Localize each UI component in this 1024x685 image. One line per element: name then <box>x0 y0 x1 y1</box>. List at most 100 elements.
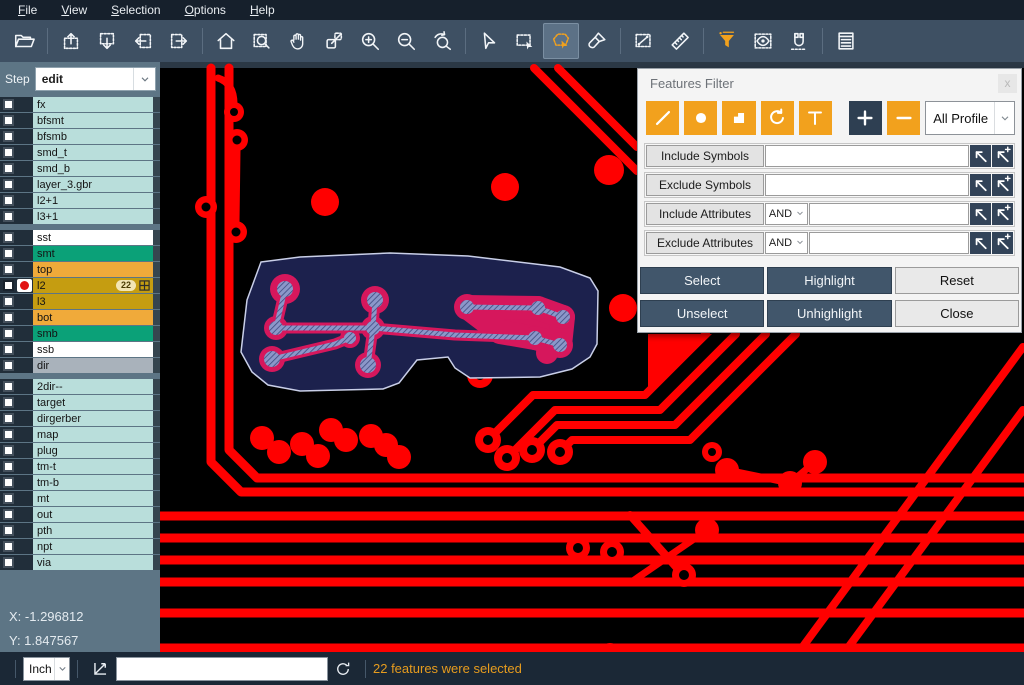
layer-color-bar[interactable]: layer_3.gbr <box>33 177 153 192</box>
select-pointer-icon[interactable] <box>471 23 507 59</box>
layer-row-smt[interactable]: smt <box>0 246 160 261</box>
layer-checkbox[interactable] <box>3 429 14 440</box>
select-polygon-icon[interactable] <box>543 23 579 59</box>
layer-row-fx[interactable]: fx <box>0 97 160 112</box>
units-dropdown[interactable]: Inch <box>23 657 70 681</box>
filter-lines-button[interactable] <box>646 101 679 135</box>
pick-icon[interactable] <box>970 203 991 225</box>
select-button[interactable]: Select <box>640 267 764 294</box>
layer-color-bar[interactable]: l3+1 <box>33 209 153 224</box>
layer-row-bot[interactable]: bot <box>0 310 160 325</box>
include-symbols-input[interactable] <box>765 145 969 167</box>
layer-color-bar[interactable]: smb <box>33 326 153 341</box>
layer-color-bar[interactable]: fx <box>33 97 153 112</box>
chevron-down-icon[interactable] <box>795 236 807 250</box>
pick-add-icon[interactable] <box>992 203 1013 225</box>
select-rectangle-icon[interactable] <box>507 23 543 59</box>
layer-checkbox[interactable] <box>3 541 14 552</box>
layer-checkbox[interactable] <box>3 557 14 568</box>
layer-checkbox[interactable] <box>3 115 14 126</box>
pick-add-icon[interactable] <box>992 174 1013 196</box>
layer-row-sst[interactable]: sst <box>0 230 160 245</box>
layer-color-bar[interactable]: l2+1 <box>33 193 153 208</box>
layer-color-bar[interactable]: smd_b <box>33 161 153 176</box>
filter-pads-button[interactable] <box>684 101 717 135</box>
exclude-symbols-button[interactable]: Exclude Symbols <box>646 174 764 196</box>
menu-item-file[interactable]: File <box>8 2 47 19</box>
grid-icon[interactable] <box>139 280 150 291</box>
pick-icon[interactable] <box>970 145 991 167</box>
layer-checkbox[interactable] <box>3 232 14 243</box>
layer-row-bfsmb[interactable]: bfsmb <box>0 129 160 144</box>
layer-row-pth[interactable]: pth <box>0 523 160 538</box>
layer-row-mt[interactable]: mt <box>0 491 160 506</box>
layer-checkbox[interactable] <box>3 445 14 456</box>
layer-row-smb[interactable]: smb <box>0 326 160 341</box>
layer-color-bar[interactable]: map <box>33 427 153 442</box>
layer-checkbox[interactable] <box>3 477 14 488</box>
layer-checkbox[interactable] <box>3 264 14 275</box>
zoom-home-icon[interactable] <box>208 23 244 59</box>
include-attributes-operator-dropdown[interactable]: AND <box>765 203 808 225</box>
layer-checkbox[interactable] <box>3 509 14 520</box>
exclude-attributes-input[interactable] <box>809 232 969 254</box>
layer-color-bar[interactable]: l3 <box>33 294 153 309</box>
layer-color-bar[interactable]: 2dir-- <box>33 379 153 394</box>
layer-row-dirgerber[interactable]: dirgerber <box>0 411 160 426</box>
chevron-down-icon[interactable] <box>795 207 807 221</box>
layer-color-bar[interactable]: target <box>33 395 153 410</box>
view-box-icon[interactable] <box>745 23 781 59</box>
clear-selection-icon[interactable] <box>579 23 615 59</box>
pick-add-icon[interactable] <box>992 232 1013 254</box>
angle-measure-icon[interactable] <box>91 659 110 678</box>
layer-checkbox[interactable] <box>3 163 14 174</box>
layer-row-out[interactable]: out <box>0 507 160 522</box>
layer-row-bfsmt[interactable]: bfsmt <box>0 113 160 128</box>
exclude-attributes-button[interactable]: Exclude Attributes <box>646 232 764 254</box>
layer-row-l2[interactable]: l222 <box>0 278 160 293</box>
close-button[interactable]: Close <box>895 300 1019 327</box>
refresh-icon[interactable] <box>334 660 352 678</box>
include-attributes-button[interactable]: Include Attributes <box>646 203 764 225</box>
zoom-window-icon[interactable] <box>244 23 280 59</box>
layer-color-bar[interactable]: pth <box>33 523 153 538</box>
layer-color-bar[interactable]: mt <box>33 491 153 506</box>
menu-item-selection[interactable]: Selection <box>101 2 170 19</box>
zoom-in-icon[interactable] <box>352 23 388 59</box>
layer-row-smd_b[interactable]: smd_b <box>0 161 160 176</box>
exclude-symbols-input[interactable] <box>765 174 969 196</box>
layer-checkbox[interactable] <box>3 360 14 371</box>
chevron-down-icon[interactable] <box>133 68 155 90</box>
layer-checkbox[interactable] <box>3 381 14 392</box>
layer-row-plug[interactable]: plug <box>0 443 160 458</box>
layer-checkbox[interactable] <box>3 211 14 222</box>
layer-row-top[interactable]: top <box>0 262 160 277</box>
pick-icon[interactable] <box>970 232 991 254</box>
layer-checkbox[interactable] <box>3 280 14 291</box>
layer-color-bar[interactable]: l222 <box>33 278 153 293</box>
layer-color-bar[interactable]: out <box>33 507 153 522</box>
layer-row-l3[interactable]: l3 <box>0 294 160 309</box>
layer-checkbox[interactable] <box>3 344 14 355</box>
chevron-down-icon[interactable] <box>994 102 1014 134</box>
layer-checkbox[interactable] <box>3 99 14 110</box>
layer-color-bar[interactable]: via <box>33 555 153 570</box>
layer-checkbox[interactable] <box>3 179 14 190</box>
exclude-attributes-operator-dropdown[interactable]: AND <box>765 232 808 254</box>
command-input[interactable] <box>116 657 328 681</box>
include-symbols-button[interactable]: Include Symbols <box>646 145 764 167</box>
layer-checkbox[interactable] <box>3 296 14 307</box>
measure-line-icon[interactable] <box>626 23 662 59</box>
layer-color-bar[interactable]: smt <box>33 246 153 261</box>
filter-arcs-button[interactable] <box>761 101 794 135</box>
layer-checkbox[interactable] <box>3 195 14 206</box>
layer-color-bar[interactable]: dir <box>33 358 153 373</box>
layer-row-target[interactable]: target <box>0 395 160 410</box>
layer-color-bar[interactable]: bfsmb <box>33 129 153 144</box>
layer-color-bar[interactable]: smd_t <box>33 145 153 160</box>
pan-up-icon[interactable] <box>53 23 89 59</box>
layer-row-smd_t[interactable]: smd_t <box>0 145 160 160</box>
layer-row-via[interactable]: via <box>0 555 160 570</box>
layer-row-map[interactable]: map <box>0 427 160 442</box>
layer-color-bar[interactable]: top <box>33 262 153 277</box>
